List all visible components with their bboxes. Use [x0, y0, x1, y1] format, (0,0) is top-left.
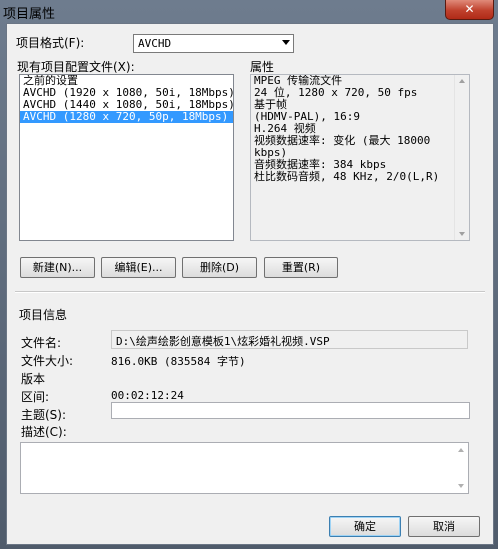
profiles-label: 现有项目配置文件(X): — [17, 60, 135, 74]
section-divider — [15, 291, 485, 293]
version-label: 版本 — [21, 372, 46, 386]
project-properties-dialog: 项目属性 ✕ 项目格式(F): AVCHD 现有项目配置文件(X): 之前的设置… — [0, 0, 498, 549]
filename-field: D:\绘声绘影创意模板1\炫彩婚礼视频.VSP — [111, 330, 468, 349]
dialog-body: 项目格式(F): AVCHD 现有项目配置文件(X): 之前的设置 AVCHD … — [6, 23, 494, 545]
chevron-down-icon — [282, 40, 290, 45]
format-select-value: AVCHD — [138, 37, 172, 50]
reset-button[interactable]: 重置(R) — [264, 257, 338, 278]
delete-button[interactable]: 删除(D) — [182, 257, 257, 278]
edit-button[interactable]: 编辑(E)... — [101, 257, 176, 278]
scroll-down-icon[interactable] — [458, 484, 464, 488]
format-label: 项目格式(F): — [16, 36, 85, 50]
duration-value: 00:02:12:24 — [111, 389, 184, 402]
close-button[interactable]: ✕ — [445, 0, 494, 20]
profile-item-selected[interactable]: AVCHD (1280 x 720, 50p, 18Mbps) — [20, 111, 233, 123]
scroll-down-icon[interactable] — [459, 232, 465, 236]
duration-label: 区间: — [21, 390, 50, 404]
subject-label: 主题(S): — [21, 408, 67, 422]
filename-label: 文件名: — [21, 336, 62, 350]
close-icon: ✕ — [464, 2, 475, 16]
property-line: 杜比数码音频, 48 KHz, 2/0(L,R) — [254, 170, 440, 183]
properties-label: 属性 — [250, 60, 275, 74]
profiles-list[interactable]: 之前的设置 AVCHD (1920 x 1080, 50i, 18Mbps) A… — [19, 74, 234, 241]
filename-value: D:\绘声绘影创意模板1\炫彩婚礼视频.VSP — [116, 335, 330, 348]
dialog-title: 项目属性 — [3, 7, 56, 22]
description-label: 描述(C): — [21, 425, 67, 439]
properties-scrollbar[interactable] — [454, 75, 469, 240]
ok-button[interactable]: 确定 — [329, 516, 401, 537]
subject-input[interactable] — [111, 402, 470, 419]
filesize-label: 文件大小: — [21, 354, 74, 368]
format-select[interactable]: AVCHD — [133, 34, 294, 53]
title-bar[interactable]: 项目属性 ✕ — [0, 0, 498, 22]
description-textarea[interactable] — [20, 442, 469, 494]
filesize-value: 816.0KB (835584 字节) — [111, 355, 246, 368]
description-scrollbar[interactable] — [455, 444, 467, 492]
scroll-up-icon[interactable] — [459, 79, 465, 83]
new-button[interactable]: 新建(N)... — [20, 257, 95, 278]
scroll-up-icon[interactable] — [458, 448, 464, 452]
properties-text: MPEG 传输流文件 24 位, 1280 x 720, 50 fps 基于帧 … — [250, 74, 470, 241]
cancel-button[interactable]: 取消 — [408, 516, 480, 537]
project-info-heading: 项目信息 — [19, 308, 68, 322]
